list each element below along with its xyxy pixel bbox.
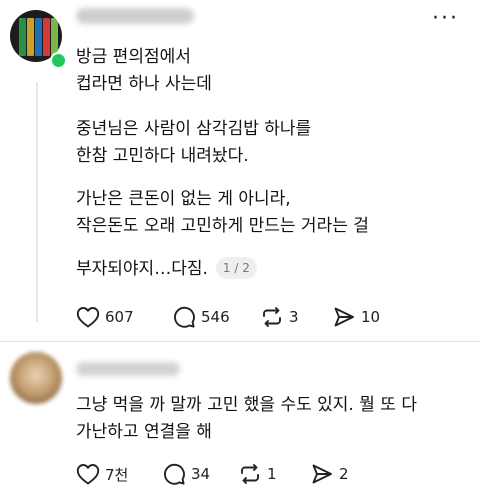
heart-icon xyxy=(76,307,100,328)
post-text-line: 한참 고민하다 내려놨다. xyxy=(76,146,249,166)
reply-comment-button[interactable]: 34 xyxy=(162,462,238,486)
reply-like-button[interactable]: 7천 xyxy=(76,463,162,485)
reply-username-blurred[interactable] xyxy=(76,362,180,376)
avatar-book xyxy=(35,18,42,56)
online-status-dot xyxy=(50,52,67,69)
repost-button[interactable]: 3 xyxy=(260,305,332,329)
reply-author-avatar[interactable] xyxy=(10,352,62,404)
reply-share-count: 2 xyxy=(339,465,349,483)
comment-button[interactable]: 546 xyxy=(172,305,260,329)
reply-share-button[interactable]: 2 xyxy=(310,462,349,486)
reply-repost-button[interactable]: 1 xyxy=(238,462,310,486)
post-paragraph-4: 부자되야지…다짐. 1 / 2 xyxy=(76,256,257,283)
comment-icon xyxy=(164,463,185,485)
avatar-book xyxy=(19,18,26,56)
reply-text-line: 가난하고 연결을 해 xyxy=(76,422,212,442)
post-paragraph-2: 중년님은 사람이 삼각김밥 하나를 한참 고민하다 내려놨다. xyxy=(76,116,311,170)
post-paragraph-3: 가난은 큰돈이 없는 게 아니라, 작은돈도 오래 고민하게 만드는 거라는 걸 xyxy=(76,186,369,240)
divider xyxy=(0,341,480,342)
like-button[interactable]: 607 xyxy=(76,306,172,328)
share-count: 10 xyxy=(361,308,381,326)
avatar-book xyxy=(43,18,50,56)
send-icon xyxy=(334,307,354,327)
thread-post: ··· 방금 편의점에서 컵라면 하나 사는데 중년님은 사람이 삼각김밥 하나… xyxy=(0,0,480,340)
reply-action-bar: 7천 34 1 2 xyxy=(76,462,349,486)
post-action-bar: 607 546 3 10 xyxy=(76,305,380,329)
post-text-line: 가난은 큰돈이 없는 게 아니라, xyxy=(76,189,291,209)
reply-text-line: 그냥 먹을 까 말까 고민 했을 수도 있지. 뭘 또 다 xyxy=(76,395,417,415)
reply-comment-count: 34 xyxy=(191,465,211,483)
avatar-book xyxy=(51,18,58,56)
post-paragraph-1: 방금 편의점에서 컵라면 하나 사는데 xyxy=(76,44,212,98)
heart-icon xyxy=(76,464,100,485)
repost-icon xyxy=(241,464,259,484)
comment-icon xyxy=(174,306,195,328)
repost-icon xyxy=(263,307,281,327)
author-username-blurred[interactable] xyxy=(76,8,194,24)
post-text-line: 컵라면 하나 사는데 xyxy=(76,74,212,94)
post-text-line: 부자되야지…다짐. xyxy=(76,259,208,279)
reply-repost-count: 1 xyxy=(267,465,277,483)
comment-count: 546 xyxy=(201,308,230,326)
thread-connector-line xyxy=(36,82,38,322)
send-icon xyxy=(312,464,332,484)
post-text-line: 작은돈도 오래 고민하게 만드는 거라는 걸 xyxy=(76,216,369,236)
avatar-book xyxy=(27,18,34,56)
reply-text: 그냥 먹을 까 말까 고민 했을 수도 있지. 뭘 또 다 가난하고 연결을 해 xyxy=(76,392,417,446)
like-count: 607 xyxy=(105,308,134,326)
post-text-line: 방금 편의점에서 xyxy=(76,47,191,67)
post-text-line: 중년님은 사람이 삼각김밥 하나를 xyxy=(76,119,312,139)
reply-like-count: 7천 xyxy=(105,465,129,484)
share-button[interactable]: 10 xyxy=(332,305,380,329)
repost-count: 3 xyxy=(289,308,299,326)
more-horizontal-icon[interactable]: ··· xyxy=(432,6,459,31)
page-indicator-badge[interactable]: 1 / 2 xyxy=(215,257,257,279)
